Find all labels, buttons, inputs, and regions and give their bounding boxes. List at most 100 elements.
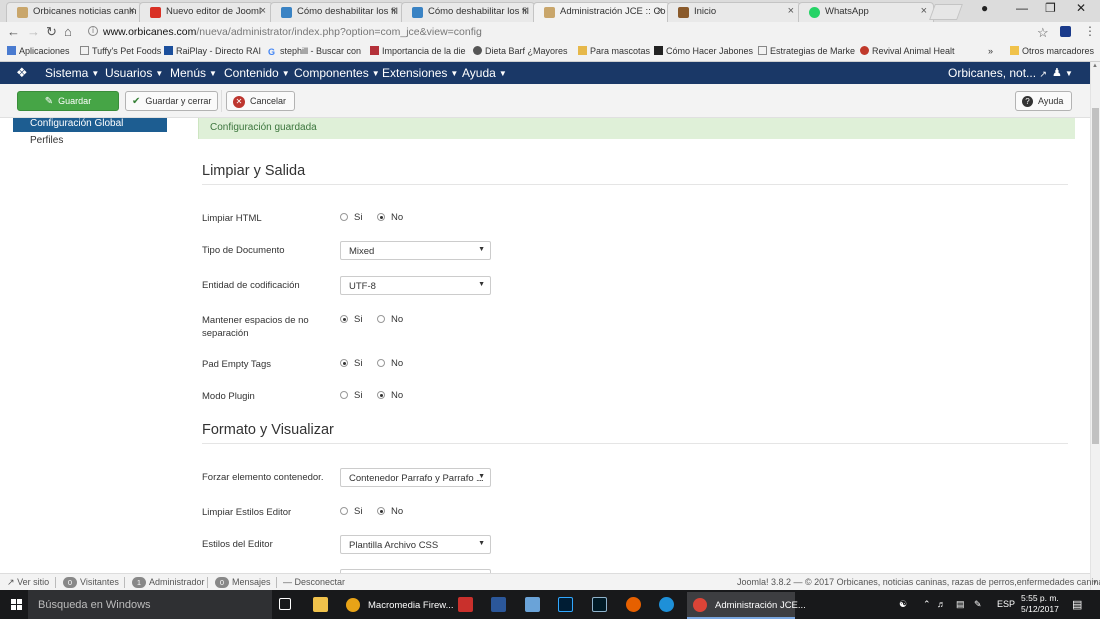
back-arrow-icon[interactable]: ← (7, 24, 20, 39)
messages-indicator[interactable]: 0 Mensajes (215, 577, 271, 588)
home-icon[interactable]: ⌂ (64, 24, 72, 39)
network-icon[interactable]: ▤ (956, 599, 965, 610)
close-window-icon[interactable]: ✕ (1076, 1, 1086, 15)
logout-link[interactable]: — Desconectar (283, 577, 345, 587)
radio-no[interactable]: No (377, 506, 403, 517)
radio-no[interactable]: No (377, 212, 403, 223)
other-bookmarks-folder[interactable]: Otros marcadores (1010, 46, 1094, 56)
help-button[interactable]: ? Ayuda (1015, 91, 1072, 111)
save-button[interactable]: ✎ Guardar (17, 91, 119, 111)
browser-tab[interactable]: Nuevo editor de Jooml × (139, 2, 273, 22)
pen-icon[interactable]: ✎ (974, 599, 982, 610)
people-icon[interactable]: ☯ (899, 599, 907, 610)
cancel-button[interactable]: ✕ Cancelar (226, 91, 295, 111)
restore-window-icon[interactable]: ❐ (1045, 1, 1056, 15)
bookmark-star-icon[interactable]: ☆ (1037, 25, 1049, 41)
menu-contenido[interactable]: Contenido ▼ (224, 66, 290, 80)
browser-tab[interactable]: Cómo deshabilitar los fil × (401, 2, 535, 22)
bookmark-item[interactable]: RaiPlay - Directo RAI (164, 46, 261, 56)
encoding-select[interactable]: UTF-8 ▼ (340, 276, 491, 295)
joomla-logo-icon[interactable]: ❖ (16, 65, 28, 81)
task-view-icon[interactable] (279, 598, 291, 610)
action-center-icon[interactable]: ▤ (1072, 598, 1082, 611)
radio-no[interactable]: No (377, 314, 403, 325)
close-tab-icon[interactable]: × (129, 5, 135, 17)
document-type-select[interactable]: Mixed ▼ (340, 241, 491, 260)
radio-si[interactable]: Si (340, 314, 362, 325)
close-tab-icon[interactable]: × (391, 5, 397, 17)
forward-arrow-icon[interactable]: → (27, 24, 40, 39)
browser-menu-icon[interactable]: ⋮ (1084, 24, 1096, 38)
browser-tab[interactable]: Orbicanes noticias canin × (6, 2, 142, 22)
close-tab-icon[interactable]: × (788, 5, 794, 17)
scrollbar-thumb[interactable] (1092, 108, 1099, 444)
lightroom-icon[interactable] (592, 597, 607, 612)
container-element-select[interactable]: Contenedor Parrafo y Parrafo al ▼ (340, 468, 491, 487)
menu-ayuda[interactable]: Ayuda ▼ (462, 66, 507, 80)
menu-menus[interactable]: Menús ▼ (170, 66, 217, 80)
editor-styles-select[interactable]: Plantilla Archivo CSS ▼ (340, 535, 491, 554)
browser-tab[interactable]: Cómo deshabilitar los fil × (270, 2, 404, 22)
close-tab-icon[interactable]: × (260, 5, 266, 17)
reload-icon[interactable]: ↻ (46, 24, 57, 40)
word-icon[interactable] (491, 597, 506, 612)
sidebar-item-global-config[interactable]: Configuración Global (13, 118, 167, 132)
scroll-up-arrow-icon[interactable]: ▲ (1092, 63, 1098, 69)
radio-circle (377, 359, 385, 367)
browser-tab-active[interactable]: Administración JCE :: Co × (533, 2, 670, 22)
user-menu[interactable]: ♟ ▼ (1052, 66, 1073, 79)
profile-icon[interactable]: ● (981, 1, 988, 15)
minimize-window-icon[interactable]: — (1016, 1, 1028, 15)
admin-indicator[interactable]: 1 Administrador (132, 577, 205, 588)
bookmark-item[interactable]: Para mascotas (578, 46, 650, 56)
menu-sistema[interactable]: Sistema ▼ (45, 66, 99, 80)
bookmark-item[interactable]: Revival Animal Healt (860, 46, 955, 56)
radio-no[interactable]: No (377, 358, 403, 369)
windows-start-icon[interactable] (11, 599, 23, 611)
bookmark-apps[interactable]: Aplicaciones (7, 46, 70, 56)
edge-icon[interactable] (659, 597, 674, 612)
firefox-icon[interactable] (626, 597, 641, 612)
bookmark-item[interactable]: Dieta Barf ¿Mayores (473, 46, 568, 56)
menu-usuarios[interactable]: Usuarios ▼ (105, 66, 163, 80)
site-link[interactable]: Orbicanes, not... ↗ (948, 66, 1047, 80)
bookmark-item[interactable]: Importancia de la die (370, 46, 466, 56)
extension-icon[interactable] (1060, 26, 1071, 37)
save-close-button[interactable]: ✔ Guardar y cerrar (125, 91, 218, 111)
address-bar[interactable]: www.orbicanes.com/nueva/administrator/in… (85, 24, 1055, 41)
taskbar-app-fireworks[interactable]: Macromedia Firew... (340, 592, 454, 619)
close-tab-icon[interactable]: × (522, 5, 528, 17)
menu-componentes[interactable]: Componentes ▼ (294, 66, 380, 80)
chevron-up-icon[interactable]: ⌃ (923, 599, 931, 610)
taskbar-app-chrome[interactable]: Administración JCE... (687, 592, 806, 619)
radio-no[interactable]: No (377, 390, 403, 401)
page-scrollbar[interactable]: ▲ ▼ (1090, 62, 1100, 590)
more-bookmarks-button[interactable]: » (988, 46, 993, 56)
radio-si[interactable]: Si (340, 506, 362, 517)
input-language[interactable]: ESP (997, 599, 1015, 609)
app-icon[interactable] (525, 597, 540, 612)
menu-extensiones[interactable]: Extensiones ▼ (382, 66, 458, 80)
system-clock[interactable]: 5:55 p. m. 5/12/2017 (1021, 593, 1059, 615)
windows-search-box[interactable]: Búsqueda en Windows (28, 590, 272, 619)
file-explorer-icon[interactable] (313, 597, 328, 612)
radio-si[interactable]: Si (340, 358, 362, 369)
photoshop-icon[interactable] (558, 597, 573, 612)
radio-si[interactable]: Si (340, 212, 362, 223)
view-site-link[interactable]: ↗ Ver sitio (7, 577, 49, 588)
page-info-icon[interactable]: i (88, 26, 98, 36)
close-tab-icon[interactable]: × (921, 5, 927, 17)
bookmark-item[interactable]: Gstephill - Buscar con (268, 46, 361, 57)
filezilla-icon[interactable] (458, 597, 473, 612)
volume-icon[interactable]: ♬ (937, 599, 946, 609)
bookmark-item[interactable]: Cómo Hacer Jabones (654, 46, 753, 56)
visitors-indicator[interactable]: 0 Visitantes (63, 577, 119, 588)
browser-tab[interactable]: Inicio × (667, 2, 801, 22)
sidebar-item-profiles[interactable]: Perfiles (30, 135, 63, 146)
bookmark-item[interactable]: Tuffy's Pet Foods (80, 46, 161, 56)
new-tab-button[interactable] (929, 4, 963, 20)
close-tab-icon[interactable]: × (657, 5, 663, 17)
browser-tab[interactable]: WhatsApp × (798, 2, 934, 22)
radio-si[interactable]: Si (340, 390, 362, 401)
bookmark-item[interactable]: Estrategias de Marke (758, 46, 855, 56)
